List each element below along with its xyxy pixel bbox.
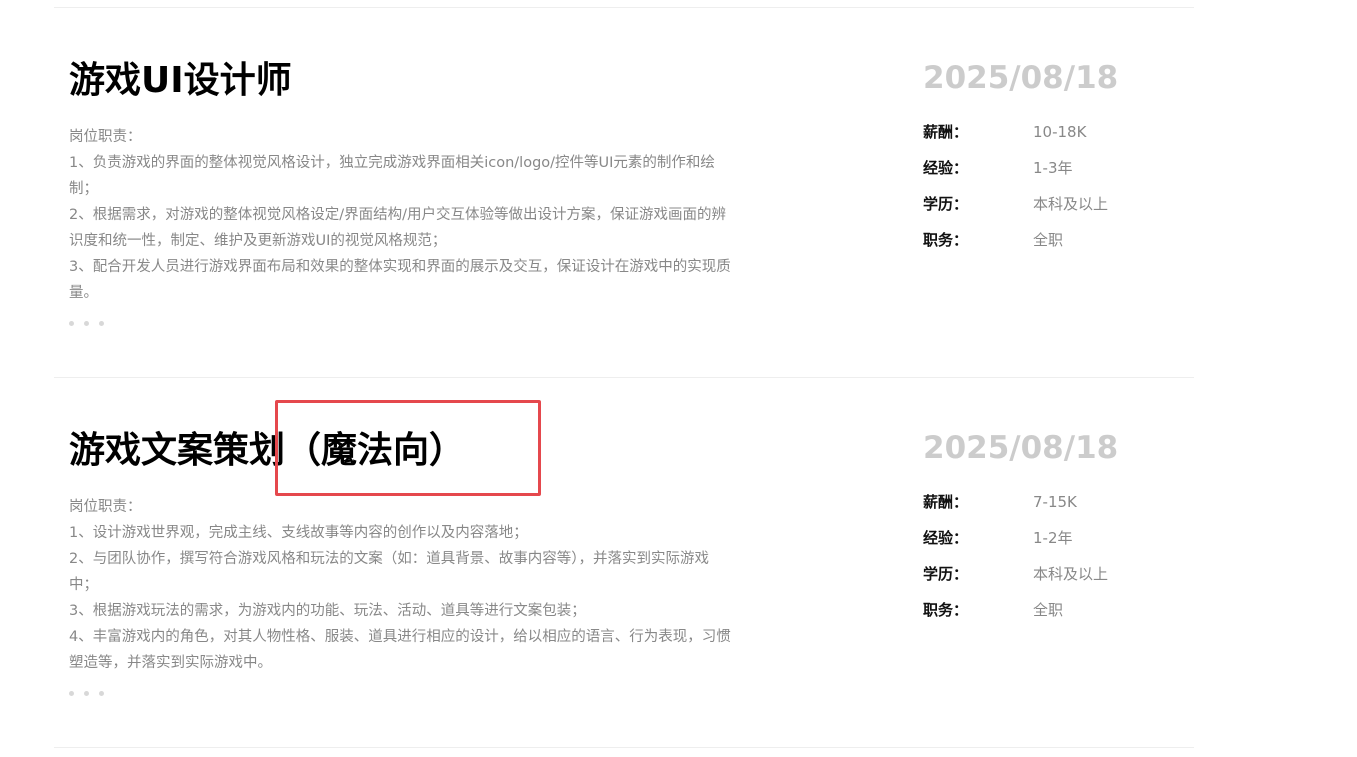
meta-salary: 薪酬： 7-15K: [923, 484, 1173, 520]
desc-line: 1、负责游戏的界面的整体视觉风格设计，独立完成游戏界面相关icon/logo/控…: [69, 155, 715, 171]
desc-line: 识度和统一性，制定、维护及更新游戏UI的视觉风格规范；: [69, 233, 447, 249]
meta-key: 职务：: [923, 601, 969, 619]
dot: [84, 321, 89, 326]
meta-salary: 薪酬： 10-18K: [923, 114, 1173, 150]
more-ellipsis-icon[interactable]: [69, 691, 104, 696]
meta-education: 学历： 本科及以上: [923, 186, 1173, 222]
divider: [54, 377, 1194, 378]
meta-value: 全职: [1033, 231, 1064, 249]
job-card[interactable]: 游戏文案策划（魔法向） 岗位职责： 1、设计游戏世界观，完成主线、支线故事等内容…: [54, 428, 1194, 718]
meta-key: 经验：: [923, 159, 969, 177]
meta-value: 10-18K: [1033, 123, 1087, 141]
job-card[interactable]: 游戏UI设计师 岗位职责： 1、负责游戏的界面的整体视觉风格设计，独立完成游戏界…: [54, 58, 1194, 348]
dot: [99, 691, 104, 696]
desc-line: 岗位职责：: [69, 129, 142, 145]
desc-line: 2、根据需求，对游戏的整体视觉风格设定/界面结构/用户交互体验等做出设计方案，保…: [69, 207, 726, 223]
meta-value: 1-2年: [1033, 529, 1073, 547]
meta-key: 经验：: [923, 529, 969, 547]
meta-experience: 经验： 1-2年: [923, 520, 1173, 556]
meta-value: 7-15K: [1033, 493, 1077, 511]
desc-line: 中；: [69, 577, 98, 593]
post-date: 2025/08/18: [923, 60, 1119, 96]
job-listing-page: 游戏UI设计师 岗位职责： 1、负责游戏的界面的整体视觉风格设计，独立完成游戏界…: [0, 0, 1357, 757]
more-ellipsis-icon[interactable]: [69, 321, 104, 326]
job-meta: 薪酬： 10-18K 经验： 1-3年 学历： 本科及以上 职务： 全职: [923, 114, 1173, 258]
job-meta: 薪酬： 7-15K 经验： 1-2年 学历： 本科及以上 职务： 全职: [923, 484, 1173, 628]
meta-value: 全职: [1033, 601, 1064, 619]
divider: [54, 747, 1194, 748]
meta-key: 学历：: [923, 565, 969, 583]
desc-line: 1、设计游戏世界观，完成主线、支线故事等内容的创作以及内容落地；: [69, 525, 528, 541]
dot: [69, 321, 74, 326]
desc-line: 量。: [69, 285, 98, 301]
dot: [69, 691, 74, 696]
meta-key: 薪酬：: [923, 493, 969, 511]
meta-education: 学历： 本科及以上: [923, 556, 1173, 592]
post-date: 2025/08/18: [923, 430, 1119, 466]
meta-value: 1-3年: [1033, 159, 1073, 177]
divider: [54, 7, 1194, 8]
meta-key: 学历：: [923, 195, 969, 213]
meta-value: 本科及以上: [1033, 565, 1109, 583]
desc-line: 3、根据游戏玩法的需求，为游戏内的功能、玩法、活动、道具等进行文案包装；: [69, 603, 586, 619]
job-description: 岗位职责： 1、负责游戏的界面的整体视觉风格设计，独立完成游戏界面相关icon/…: [69, 124, 804, 306]
job-description: 岗位职责： 1、设计游戏世界观，完成主线、支线故事等内容的创作以及内容落地； 2…: [69, 494, 804, 676]
desc-line: 制；: [69, 181, 98, 197]
meta-value: 本科及以上: [1033, 195, 1109, 213]
desc-line: 3、配合开发人员进行游戏界面布局和效果的整体实现和界面的展示及交互，保证设计在游…: [69, 259, 731, 275]
meta-experience: 经验： 1-3年: [923, 150, 1173, 186]
meta-job-type: 职务： 全职: [923, 222, 1173, 258]
job-title[interactable]: 游戏UI设计师: [69, 58, 292, 104]
meta-key: 薪酬：: [923, 123, 969, 141]
desc-line: 2、与团队协作，撰写符合游戏风格和玩法的文案（如：道具背景、故事内容等），并落实…: [69, 551, 709, 567]
job-title[interactable]: 游戏文案策划（魔法向）: [69, 428, 465, 474]
dot: [84, 691, 89, 696]
desc-line: 岗位职责：: [69, 499, 142, 515]
desc-line: 塑造等，并落实到实际游戏中。: [69, 655, 272, 671]
desc-line: 4、丰富游戏内的角色，对其人物性格、服装、道具进行相应的设计，给以相应的语言、行…: [69, 629, 731, 645]
dot: [99, 321, 104, 326]
meta-job-type: 职务： 全职: [923, 592, 1173, 628]
meta-key: 职务：: [923, 231, 969, 249]
